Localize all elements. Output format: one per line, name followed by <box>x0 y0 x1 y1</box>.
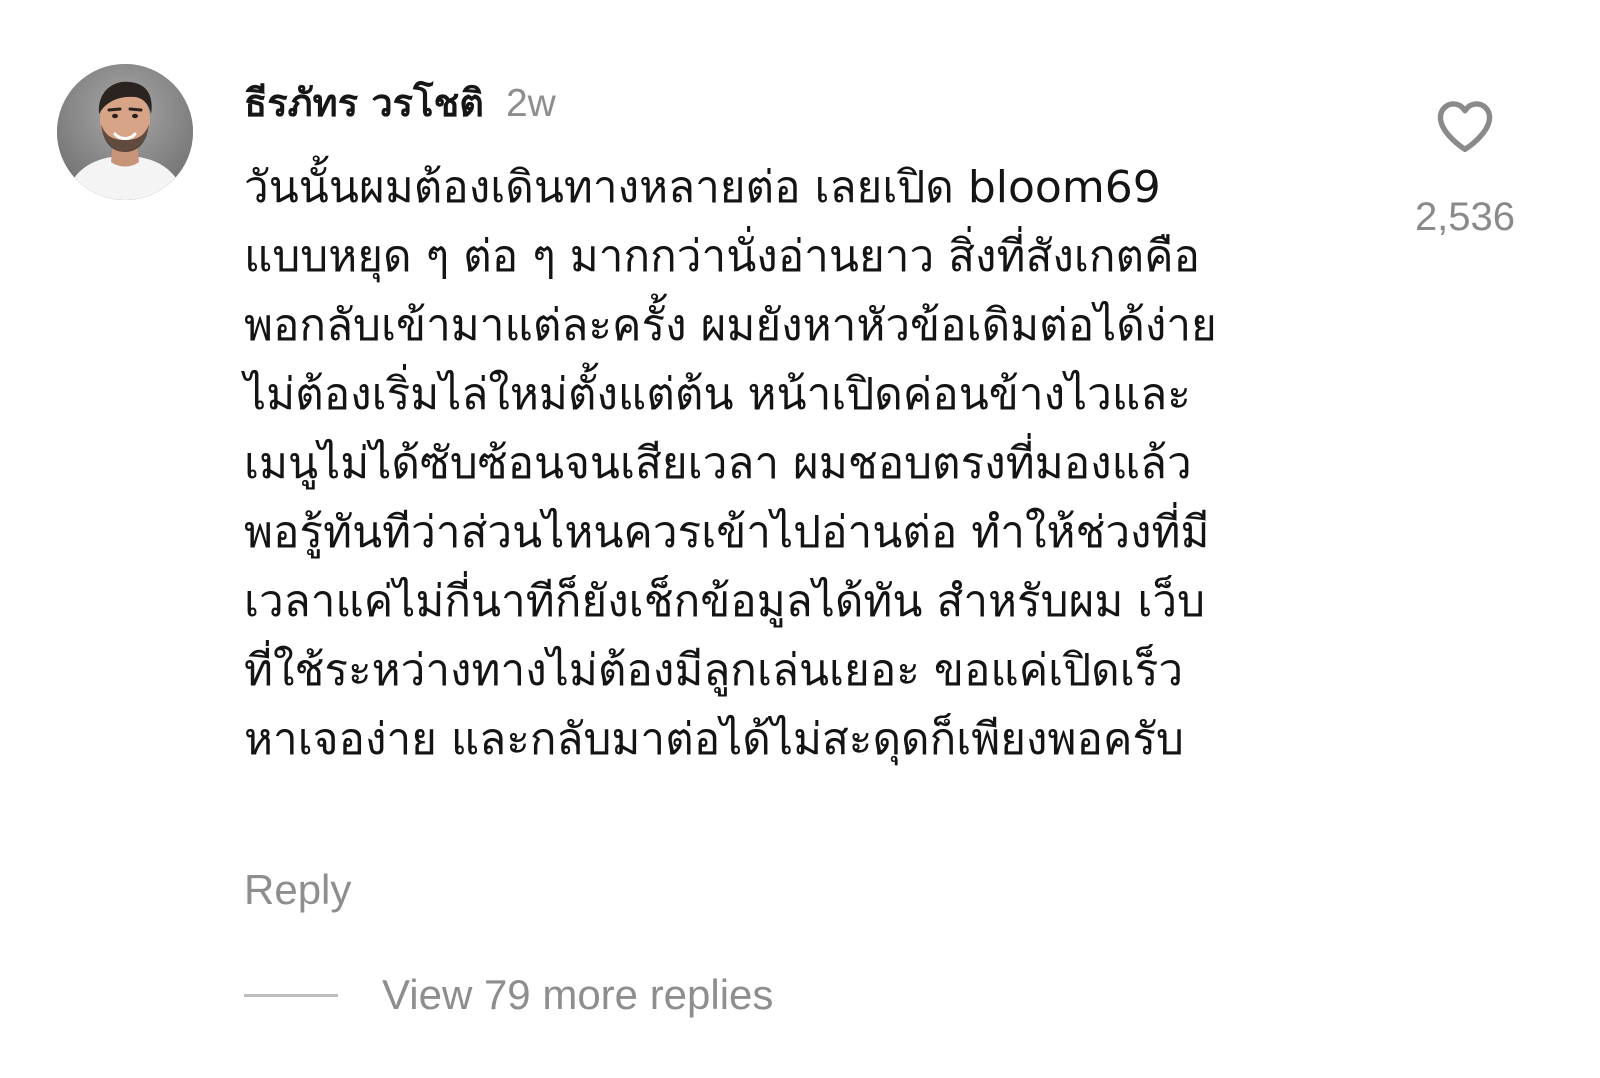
comment-line: พอรู้ทันทีว่าส่วนไหนควรเข้าไปอ่านต่อ ทำใ… <box>244 507 1210 558</box>
comment-line: พอกลับเข้ามาแต่ละครั้ง ผมยังหาหัวข้อเดิม… <box>244 300 1217 351</box>
replies-divider <box>244 993 338 997</box>
comment-line: แบบหยุด ๆ ต่อ ๆ มากกว่านั่งอ่านยาว สิ่งท… <box>244 231 1200 282</box>
comment-line: วันนั้นผมต้องเดินทางหลายต่อ เลยเปิด bloo… <box>244 162 1161 213</box>
comment-line: ไม่ต้องเริ่มไล่ใหม่ตั้งแต่ต้น หน้าเปิดค่… <box>244 369 1191 420</box>
comment-line: เมนูไม่ได้ซับซ้อนจนเสียเวลา ผมชอบตรงที่ม… <box>244 438 1192 489</box>
timestamp: 2w <box>505 82 556 125</box>
reply-button[interactable]: Reply <box>244 866 351 914</box>
like-count: 2,536 <box>1414 195 1516 239</box>
view-more-replies-button[interactable]: View 79 more replies <box>244 970 773 1020</box>
view-replies-label: View 79 more replies <box>382 971 774 1018</box>
username[interactable]: ธีรภัทร วรโชติ <box>244 72 484 133</box>
comment-card: ธีรภัทร วรโชติ 2w วันนั้นผมต้องเดินทางหล… <box>0 0 1600 1078</box>
avatar[interactable] <box>57 64 193 200</box>
like-button[interactable] <box>1430 94 1500 158</box>
comment-line: หาเจอง่าย และกลับมาต่อได้ไม่สะดุดก็เพียง… <box>244 714 1184 765</box>
comment-text: วันนั้นผมต้องเดินทางหลายต่อ เลยเปิด bloo… <box>244 153 1364 774</box>
avatar-photo <box>57 64 193 200</box>
comment-line: ที่ใช้ระหว่างทางไม่ต้องมีลูกเล่นเยอะ ขอแ… <box>244 645 1184 696</box>
heart-outline-icon <box>1437 101 1493 153</box>
comment-line: เวลาแค่ไม่กี่นาทีก็ยังเช็กข้อมูลได้ทัน ส… <box>244 576 1206 627</box>
comment-header: ธีรภัทร วรโชติ 2w <box>244 72 556 125</box>
